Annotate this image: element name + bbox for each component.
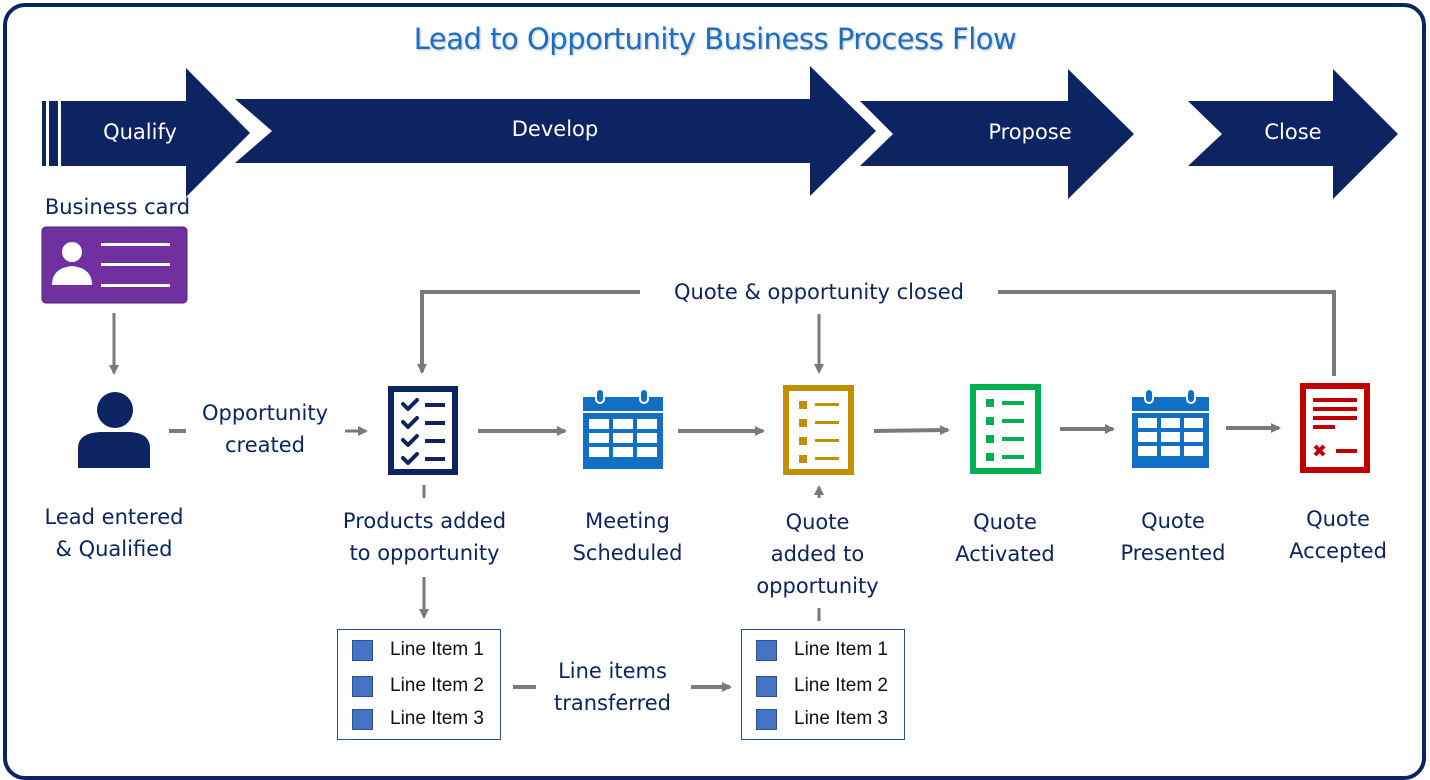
signed-document-icon [1300, 383, 1370, 473]
loop-line-left [417, 290, 640, 374]
step-label-line: Quote [785, 510, 850, 534]
line-item: Line Item 2 [352, 674, 484, 698]
line-item-square-icon [756, 675, 777, 697]
step-label-quote-accepted: Quote Accepted [1258, 503, 1418, 567]
step-label-line: Quote [1141, 509, 1205, 533]
connector-label-line: Opportunity [201, 401, 329, 425]
step-label-meeting: Meeting Scheduled [545, 505, 710, 569]
line-item: Line Item 3 [352, 707, 484, 731]
step-label-quote-added: Quote added to opportunity [735, 506, 900, 602]
connector-label-opportunity-created: Opportunity created [185, 397, 345, 461]
step-label-lead: Lead entered & Qualified [24, 501, 204, 565]
line-item: Line Item 2 [756, 674, 888, 698]
line-items-box-quote: Line Item 1 Line Item 2 Line Item 3 [741, 629, 905, 740]
business-card-label: Business card [44, 195, 191, 219]
step-label-quote-presented: Quote Presented [1093, 505, 1253, 569]
step-label-products: Products added to opportunity [322, 505, 527, 569]
line-item-square-icon [756, 708, 777, 730]
flow-graphics [41, 66, 1398, 692]
line-item-square-icon [352, 639, 373, 661]
step-label-line: Presented [1120, 541, 1226, 565]
line-items-box-opportunity: Line Item 1 Line Item 2 Line Item 3 [337, 629, 501, 740]
loop-line-right [998, 290, 1336, 376]
step-label-line: & Qualified [55, 537, 173, 561]
step-label-line: Products added [342, 509, 507, 533]
step-label-line: opportunity [756, 574, 879, 598]
stage-label-propose: Propose [988, 120, 1072, 144]
person-icon [78, 392, 150, 468]
quote-document-icon-green [970, 384, 1041, 474]
step-label-line: Scheduled [572, 541, 683, 565]
step-label-line: added to [770, 542, 865, 566]
step-label-line: Activated [955, 542, 1055, 566]
checklist-icon [388, 386, 458, 475]
connector-label-line: created [225, 433, 305, 457]
calendar-icon-2 [1132, 388, 1209, 468]
calendar-icon [583, 388, 663, 469]
connector-label-line: transferred [554, 691, 671, 715]
step-label-line: to opportunity [349, 541, 500, 565]
stage-label-qualify: Qualify [103, 120, 177, 144]
step-label-line: Lead entered [44, 505, 184, 529]
stage-label-close: Close [1264, 120, 1322, 144]
line-item-square-icon [756, 639, 777, 661]
quote-document-icon-gold [783, 385, 854, 475]
connector-label-quote-closed: Quote & opportunity closed [673, 280, 964, 304]
stage-label-develop: Develop [511, 117, 599, 141]
arrow-to-quote-activated [873, 425, 950, 436]
business-card-icon [41, 226, 188, 304]
step-label-line: Meeting [585, 509, 670, 533]
line-item: Line Item 1 [352, 638, 484, 662]
line-item: Line Item 3 [756, 707, 888, 731]
step-label-line: Quote [973, 510, 1037, 534]
line-item: Line Item 1 [756, 638, 888, 662]
connector-label-line-items-transferred: Line items transferred [535, 655, 690, 719]
connector-label-line: Line items [558, 659, 667, 683]
line-item-square-icon [352, 675, 373, 697]
step-label-line: Accepted [1289, 539, 1387, 563]
step-label-line: Quote [1306, 507, 1370, 531]
line-item-square-icon [352, 708, 373, 730]
step-label-quote-activated: Quote Activated [925, 506, 1085, 570]
